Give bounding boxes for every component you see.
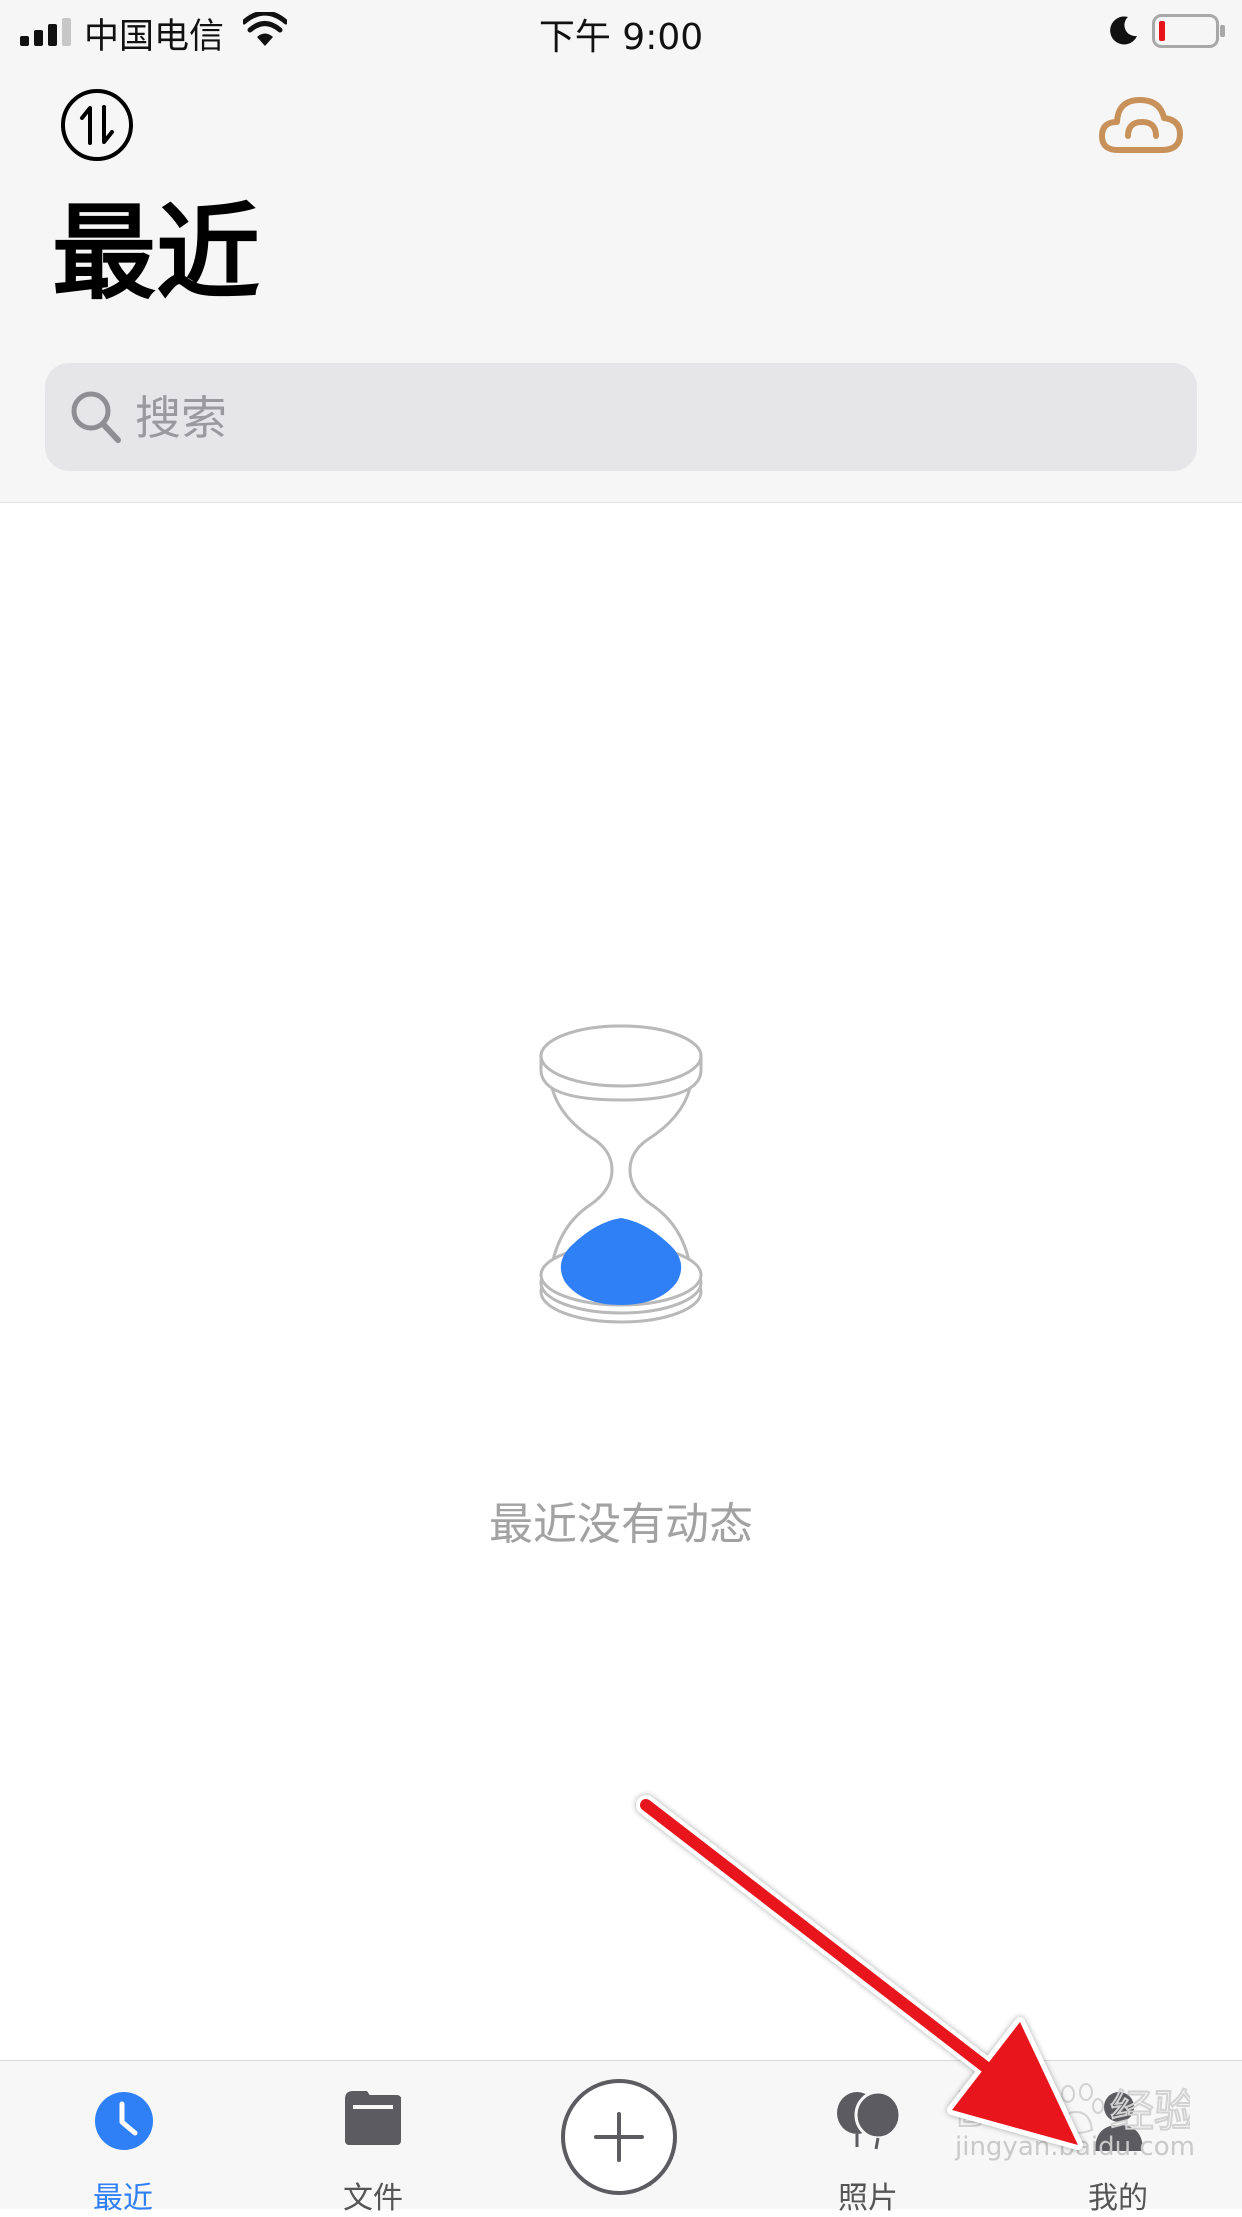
svg-text:Bai: Bai [955, 2082, 1031, 2138]
search-bar[interactable] [45, 363, 1197, 473]
transfer-sort-icon[interactable] [60, 88, 134, 162]
search-icon [71, 391, 121, 443]
watermark-url: jingyan.baidu.com [955, 2132, 1195, 2162]
tab-files[interactable]: 文件 [308, 2061, 438, 2216]
tab-mine-label: 我的 [1088, 2181, 1148, 2216]
status-bar: 中国电信 下午 9:00 [0, 0, 1242, 62]
header: 中国电信 下午 9:00 最近 [0, 0, 1242, 503]
hourglass-icon [539, 1024, 703, 1324]
baidu-watermark-logo: Bai 经验 [954, 2081, 1190, 2138]
clock-icon [95, 2092, 153, 2150]
tab-photos-label: 照片 [838, 2181, 898, 2216]
search-input[interactable] [133, 363, 1177, 473]
cloud-icon[interactable] [1098, 92, 1184, 158]
folder-icon [345, 2091, 401, 2145]
tab-files-label: 文件 [343, 2181, 403, 2216]
tab-photos[interactable]: 照片 [803, 2061, 933, 2216]
empty-state-message: 最近没有动态 [489, 1499, 753, 1550]
page-title: 最近 [52, 192, 261, 314]
svg-text:经验: 经验 [1110, 2086, 1190, 2137]
tab-recent-label: 最近 [93, 2181, 153, 2216]
status-time: 下午 9:00 [538, 17, 704, 58]
balloons-icon [837, 2091, 901, 2150]
battery-icon [1152, 14, 1225, 48]
tab-recent[interactable]: 最近 [58, 2061, 188, 2216]
do-not-disturb-icon [1110, 16, 1137, 45]
plus-circle-icon[interactable] [560, 2078, 678, 2196]
